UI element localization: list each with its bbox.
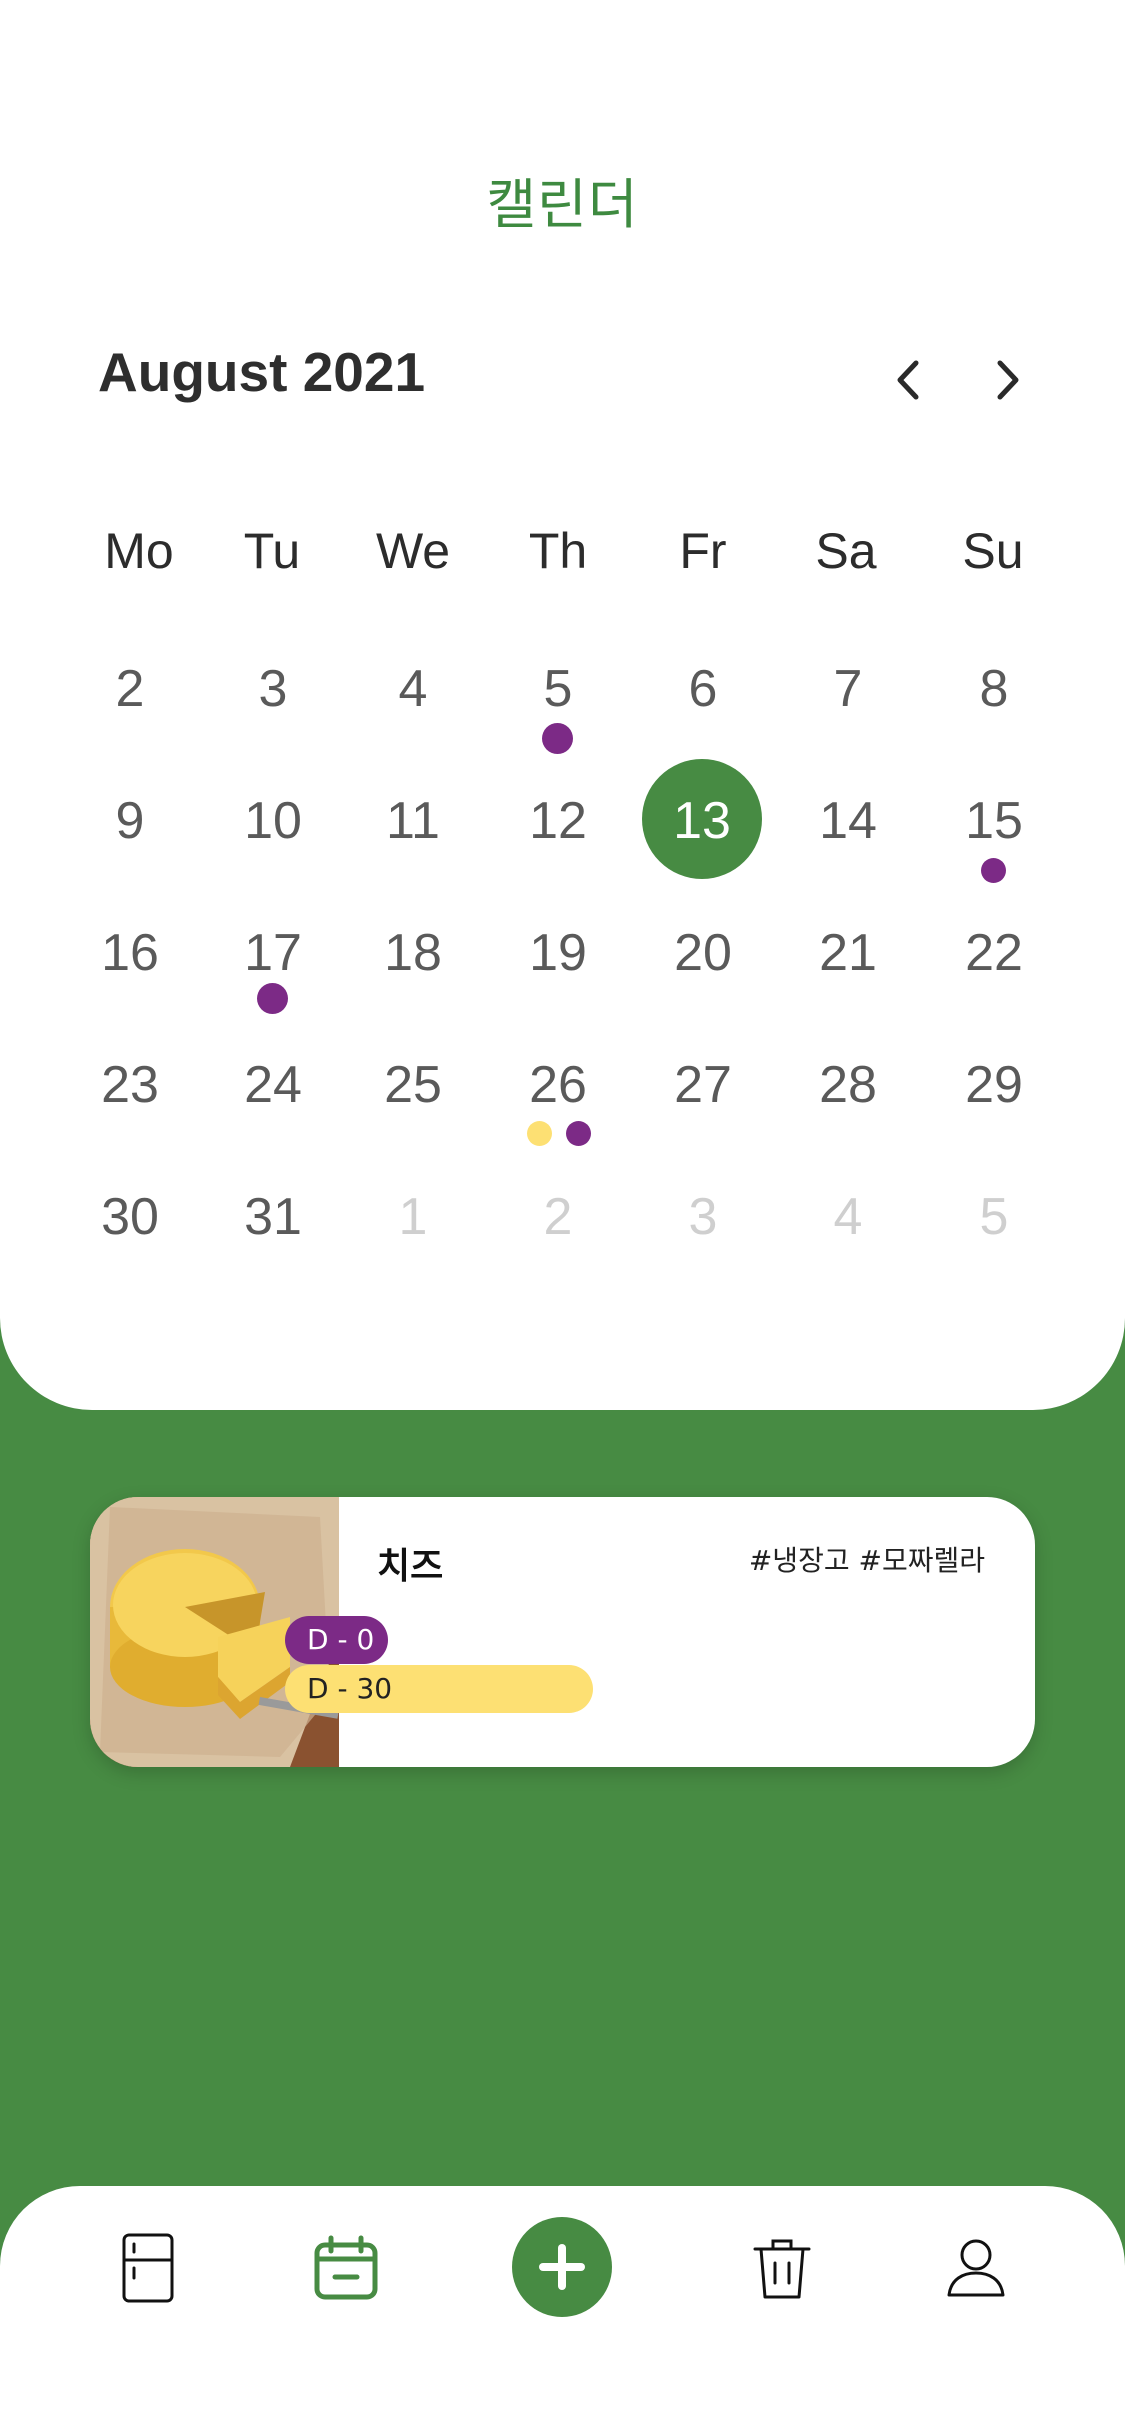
calendar-day-next-month[interactable]: 1 (343, 1182, 483, 1252)
calendar-day[interactable]: 24 (203, 1050, 343, 1120)
calendar-day[interactable]: 14 (778, 786, 918, 856)
user-icon (947, 2239, 1005, 2297)
calendar-day[interactable]: 3 (203, 654, 343, 724)
calendar-day[interactable]: 9 (60, 786, 200, 856)
calendar-day-selected[interactable]: 13 (632, 786, 772, 856)
food-tags: #냉장고 #모짜렐라 (748, 1544, 985, 1577)
calendar-day[interactable]: 23 (60, 1050, 200, 1120)
calendar-day-next-month[interactable]: 3 (633, 1182, 773, 1252)
dday-badge-yellow: D - 30 (285, 1665, 593, 1713)
nav-trash-button[interactable] (742, 2228, 822, 2308)
calendar-day[interactable]: 17 (203, 918, 343, 988)
calendar-day[interactable]: 18 (343, 918, 483, 988)
calendar-day[interactable]: 20 (633, 918, 773, 988)
event-dot-purple (257, 983, 288, 1014)
add-food-button[interactable] (512, 2217, 612, 2317)
weekday-we: We (375, 523, 451, 579)
calendar-day[interactable]: 4 (343, 654, 483, 724)
calendar-day-next-month[interactable]: 4 (778, 1182, 918, 1252)
weekday-fr: Fr (679, 523, 727, 579)
calendar-day[interactable]: 21 (778, 918, 918, 988)
weekday-su: Su (962, 523, 1024, 579)
next-month-button[interactable] (978, 350, 1038, 410)
event-dot-purple (542, 723, 573, 754)
fridge-icon (122, 2233, 174, 2303)
calendar-day[interactable]: 6 (633, 654, 773, 724)
calendar-icon (314, 2235, 378, 2300)
calendar-day[interactable]: 7 (778, 654, 918, 724)
calendar-day[interactable]: 15 (924, 786, 1064, 856)
calendar-day-next-month[interactable]: 5 (924, 1182, 1064, 1252)
event-dot-yellow (527, 1121, 552, 1146)
weekday-sa: Sa (815, 523, 877, 579)
chevron-left-icon (897, 360, 919, 400)
event-dot-purple (566, 1121, 591, 1146)
food-item-card[interactable]: 치즈 #냉장고 #모짜렐라 (90, 1497, 1035, 1767)
calendar-day[interactable]: 31 (203, 1182, 343, 1252)
calendar-day[interactable]: 2 (60, 654, 200, 724)
previous-month-button[interactable] (878, 350, 938, 410)
calendar-day[interactable]: 11 (343, 786, 483, 856)
calendar-day[interactable]: 5 (488, 654, 628, 724)
calendar-day-next-month[interactable]: 2 (488, 1182, 628, 1252)
nav-fridge-button[interactable] (108, 2228, 188, 2308)
calendar-day[interactable]: 27 (633, 1050, 773, 1120)
weekday-th: Th (528, 523, 588, 579)
calendar-day[interactable]: 16 (60, 918, 200, 988)
weekday-mo: Mo (104, 523, 174, 579)
dday-badge-purple: D - 0 (285, 1616, 388, 1664)
chevron-right-icon (997, 360, 1019, 400)
calendar-day[interactable]: 26 (488, 1050, 628, 1120)
event-dot-purple (981, 858, 1006, 883)
calendar-day[interactable]: 10 (203, 786, 343, 856)
calendar-day[interactable]: 25 (343, 1050, 483, 1120)
trash-icon (753, 2239, 811, 2299)
calendar-day[interactable]: 30 (60, 1182, 200, 1252)
calendar-day[interactable]: 28 (778, 1050, 918, 1120)
nav-profile-button[interactable] (936, 2228, 1016, 2308)
calendar-day[interactable]: 12 (488, 786, 628, 856)
nav-calendar-button[interactable] (306, 2228, 386, 2308)
calendar-day[interactable]: 8 (924, 654, 1064, 724)
calendar-day[interactable]: 22 (924, 918, 1064, 988)
calendar-day[interactable]: 19 (488, 918, 628, 988)
calendar-day[interactable]: 29 (924, 1050, 1064, 1120)
weekday-tu: Tu (243, 523, 301, 579)
plus-icon (539, 2244, 585, 2290)
food-name: 치즈 (377, 1546, 444, 1587)
page-title: 캘린더 (486, 173, 639, 236)
month-label: August 2021 (98, 341, 426, 403)
